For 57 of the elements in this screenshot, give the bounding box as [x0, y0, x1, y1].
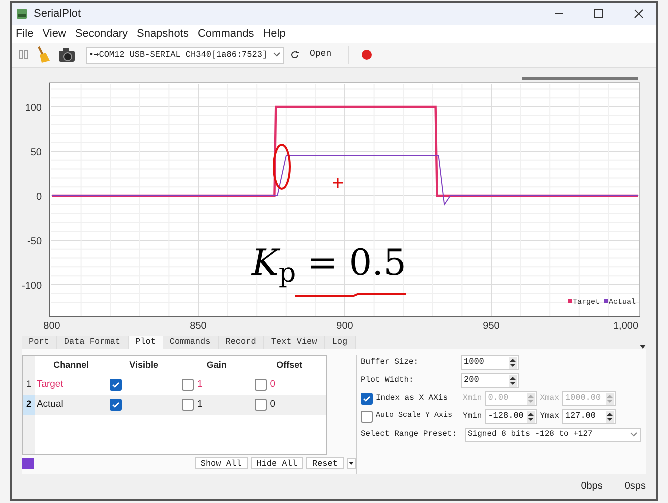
row-number[interactable]: 2: [23, 395, 35, 415]
window-title: SerialPlot: [34, 6, 82, 22]
tab[interactable]: Log: [325, 336, 356, 349]
spin-box[interactable]: 1000: [461, 355, 519, 370]
x-tick-label: 850: [190, 321, 207, 332]
y-tick-label: -50: [28, 236, 42, 248]
menu-item[interactable]: Secondary: [75, 26, 128, 42]
x-tick-label: 800: [44, 321, 60, 332]
column-header: Visible: [128, 358, 160, 372]
sample-rate: 0sps: [624, 480, 646, 494]
table-button[interactable]: Reset: [306, 457, 344, 469]
column-header: Gain: [206, 358, 228, 372]
column-header: Channel: [52, 358, 90, 372]
y-tick-label: 0: [36, 192, 42, 203]
preset-select[interactable]: Signed 8 bits -128 to +127: [465, 428, 641, 442]
tab[interactable]: Data Format: [57, 336, 129, 349]
field-label: Xmax: [540, 392, 560, 404]
tab[interactable]: Text View: [264, 336, 326, 349]
field-label: Ymin: [463, 410, 482, 422]
port-select[interactable]: •⇾COM12 USB-SERIAL CH340[1a86:7523]: [86, 46, 284, 64]
table-button[interactable]: Show All: [194, 457, 248, 469]
y-tick-label: -100: [22, 280, 42, 292]
channel-name: Actual: [36, 398, 64, 412]
x-tick-label: 1,000: [613, 321, 639, 332]
spin-box[interactable]: -128.00: [485, 409, 538, 424]
channel-name: Target: [36, 378, 64, 392]
y-tick-label: 50: [30, 148, 42, 158]
open-button[interactable]: Open: [306, 48, 336, 62]
x-tick-label: 900: [336, 321, 354, 332]
row-number[interactable]: 1: [23, 375, 35, 395]
column-header: Offset: [276, 358, 304, 372]
field-label: Plot Width:: [361, 374, 415, 386]
menu-item[interactable]: Help: [263, 26, 286, 42]
tab[interactable]: Port: [22, 336, 58, 349]
spin-box[interactable]: 200: [461, 373, 519, 388]
x-tick-label: 950: [483, 321, 500, 332]
menu-item[interactable]: Snapshots: [136, 26, 189, 42]
offset-value: 0: [270, 378, 276, 392]
tab[interactable]: Record: [218, 336, 264, 349]
y-tick-label: 100: [25, 103, 42, 114]
table-button[interactable]: Hide All: [250, 457, 304, 469]
field-label: Xmin: [463, 392, 482, 404]
menu-item[interactable]: View: [42, 26, 66, 42]
field-label: Buffer Size:: [361, 356, 420, 368]
data-rate: 0bps: [581, 480, 603, 494]
offset-value: 0: [270, 398, 276, 412]
gain-value: 1: [197, 398, 203, 412]
checkbox-label: Index as X AXis: [376, 392, 450, 404]
spin-box[interactable]: 127.00: [562, 409, 616, 424]
formula-annotation: K$_{p}$ = 0.5: [252, 242, 407, 290]
tab[interactable]: Plot: [128, 336, 163, 349]
gain-value: 1: [197, 378, 203, 392]
tab[interactable]: Commands: [162, 336, 219, 349]
menu-item[interactable]: File: [16, 26, 34, 42]
field-label: Ymax: [540, 410, 560, 422]
menu-item[interactable]: Commands: [198, 26, 254, 42]
field-label: Select Range Preset:: [361, 428, 458, 440]
